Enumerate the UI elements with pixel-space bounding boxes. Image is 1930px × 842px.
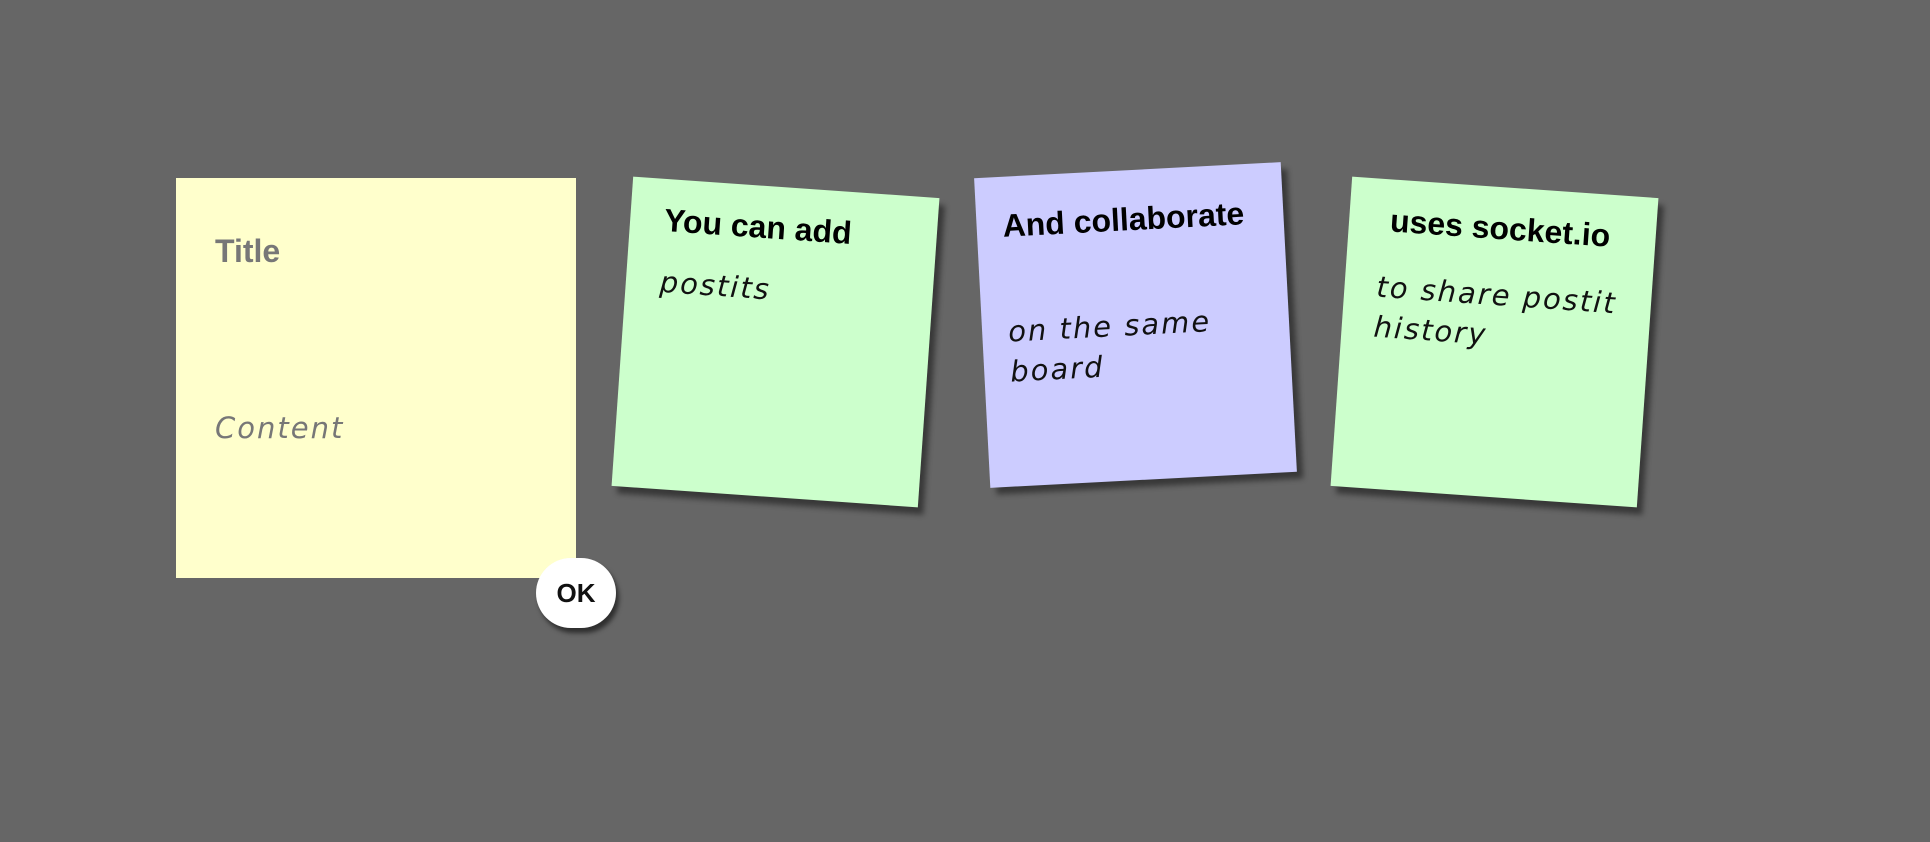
postit-content-input[interactable] xyxy=(215,411,535,531)
postit-title: You can add xyxy=(662,201,853,252)
postit-note[interactable]: You can add postits xyxy=(611,176,940,508)
new-postit-editor xyxy=(176,178,576,578)
postit-title-input[interactable] xyxy=(215,233,535,270)
ok-button[interactable]: OK xyxy=(536,558,616,628)
postit-note[interactable]: And collaborate on the same board xyxy=(974,162,1297,488)
postit-content: to share postit history xyxy=(1372,269,1618,352)
postit-title: And collaborate xyxy=(1001,195,1246,244)
postit-note[interactable]: uses socket.io to share postit history xyxy=(1330,176,1659,508)
postit-content: on the same board xyxy=(1007,304,1212,389)
postit-content: postits xyxy=(658,264,773,307)
postit-title: uses socket.io xyxy=(1388,202,1612,254)
postit-board: OK You can add postits And collaborate o… xyxy=(0,0,1930,842)
